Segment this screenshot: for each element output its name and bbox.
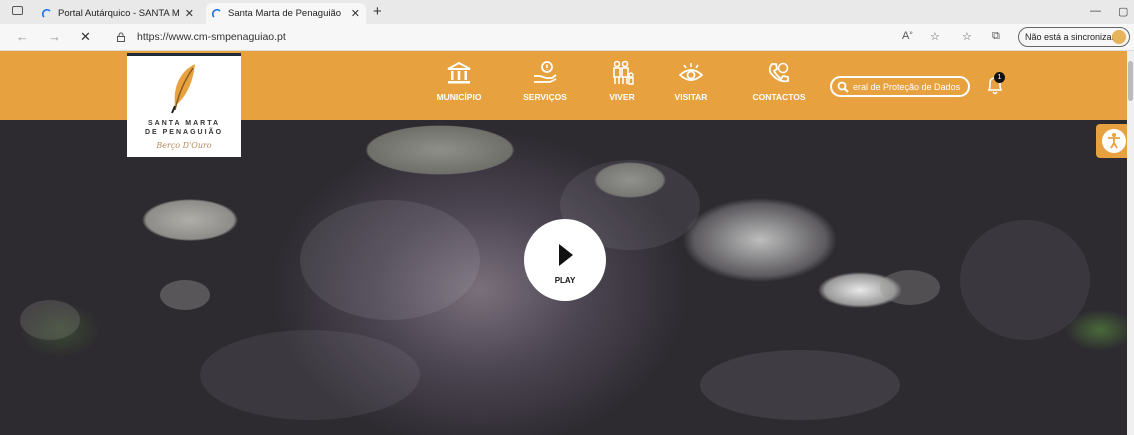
read-aloud-icon[interactable]: A» bbox=[902, 30, 913, 42]
logo-tagline: Berço D'Ouro bbox=[156, 141, 212, 150]
family-icon bbox=[613, 60, 634, 85]
collections-icon[interactable]: ⧉ bbox=[992, 30, 1000, 43]
tab-santa-marta[interactable]: Santa Marta de Penaguião ✕ bbox=[206, 3, 366, 24]
phone-icon bbox=[768, 62, 789, 83]
menu-viver[interactable]: VIVER bbox=[587, 60, 657, 102]
minimize-icon[interactable]: — bbox=[1090, 5, 1101, 17]
restore-icon[interactable]: ▢ bbox=[1118, 5, 1128, 18]
edge-loading-icon bbox=[212, 8, 221, 18]
new-tab-icon[interactable]: + bbox=[373, 3, 382, 20]
site-logo[interactable]: SANTA MARTA DE PENAGUIÃO Berço D'Ouro bbox=[127, 53, 241, 157]
page-scrollbar[interactable] bbox=[1127, 51, 1134, 435]
menu-label: VIVER bbox=[609, 92, 635, 102]
menu-label: MUNICÍPIO bbox=[436, 92, 482, 102]
edge-loading-icon bbox=[42, 8, 51, 18]
play-icon bbox=[559, 244, 573, 266]
sync-profile-button[interactable]: Não está a sincronizar bbox=[1018, 27, 1130, 47]
tab-label: Santa Marta de Penaguião bbox=[228, 8, 342, 19]
notification-badge: 1 bbox=[994, 72, 1005, 83]
close-tab-icon[interactable]: ✕ bbox=[351, 7, 360, 20]
menu-visitar[interactable]: VISITAR bbox=[656, 60, 726, 102]
menu-label: VISITAR bbox=[674, 92, 708, 102]
hand-service-icon bbox=[534, 61, 557, 83]
search-input[interactable] bbox=[849, 81, 963, 92]
menu-label: CONTACTOS bbox=[752, 92, 806, 102]
scrollbar-thumb[interactable] bbox=[1128, 61, 1133, 101]
search-icon[interactable] bbox=[837, 81, 849, 93]
tab-label: Portal Autárquico - SANTA MAR bbox=[58, 8, 179, 19]
play-label: PLAY bbox=[554, 276, 576, 285]
tab-portal-autarquico[interactable]: Portal Autárquico - SANTA MAR ✕ bbox=[36, 3, 200, 24]
favorites-icon[interactable]: ☆ bbox=[962, 30, 972, 43]
feather-icon bbox=[171, 64, 195, 114]
stop-icon[interactable]: ✕ bbox=[80, 29, 91, 45]
menu-municipio[interactable]: MUNICÍPIO bbox=[424, 60, 494, 102]
url-field[interactable]: https://www.cm-smpenaguiao.pt bbox=[137, 31, 286, 43]
favorites-add-icon[interactable]: ☆ bbox=[930, 30, 940, 43]
building-icon bbox=[447, 61, 471, 84]
logo-line2: DE PENAGUIÃO bbox=[144, 129, 224, 136]
menu-servicos[interactable]: SERVIÇOS bbox=[510, 60, 580, 102]
menu-label: SERVIÇOS bbox=[523, 92, 567, 102]
accessibility-icon bbox=[1102, 129, 1126, 153]
menu-contactos[interactable]: CONTACTOS bbox=[744, 60, 814, 102]
address-bar: ← → ✕ https://www.cm-smpenaguiao.pt A» ☆… bbox=[0, 24, 1134, 51]
tab-actions-icon[interactable] bbox=[12, 6, 23, 15]
browser-tab-strip: Portal Autárquico - SANTA MAR ✕ Santa Ma… bbox=[0, 0, 1134, 24]
lock-icon[interactable] bbox=[116, 32, 126, 42]
site-search bbox=[830, 76, 970, 97]
back-icon[interactable]: ← bbox=[16, 29, 29, 44]
close-tab-icon[interactable]: ✕ bbox=[185, 7, 194, 20]
forward-icon[interactable]: → bbox=[48, 29, 61, 44]
play-button[interactable]: PLAY bbox=[524, 219, 606, 301]
eye-icon bbox=[678, 63, 704, 81]
logo-line1: SANTA MARTA bbox=[147, 120, 221, 127]
sync-label: Não está a sincronizar bbox=[1025, 32, 1115, 42]
profile-avatar bbox=[1112, 30, 1126, 44]
